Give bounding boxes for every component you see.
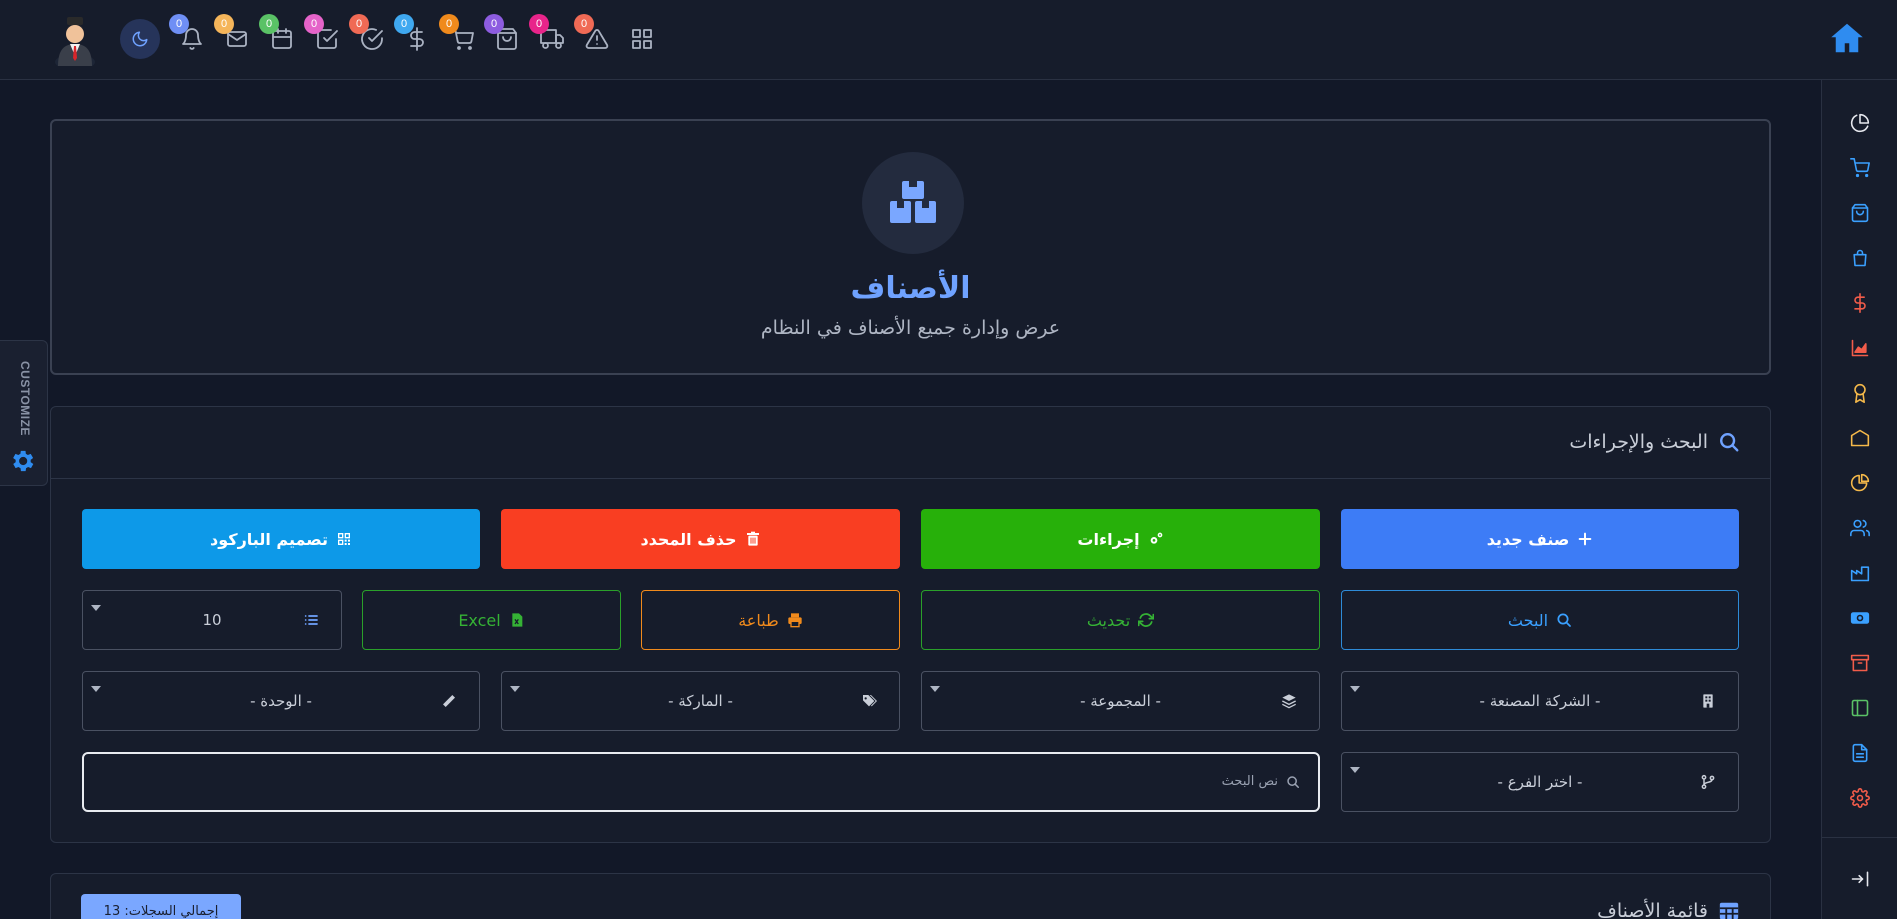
gear-icon [8, 447, 36, 475]
search-placeholder: نص البحث [1222, 774, 1300, 789]
items-list-title: قائمة الأصناف [1597, 900, 1740, 919]
dollar-icon[interactable] [1848, 291, 1872, 315]
sidebar-divider [1822, 837, 1897, 838]
group-value: - المجموعة - [1080, 692, 1161, 710]
page-subtitle: عرض وإدارة جميع الأصناف في النظام [760, 317, 1061, 339]
brand-select[interactable]: - الماركة - [501, 671, 900, 731]
search-card-header: البحث والإجراءات [51, 407, 1770, 479]
factory-icon[interactable] [1848, 561, 1872, 585]
cash-icon[interactable] [1848, 606, 1872, 630]
page-title: الأصناف [850, 271, 971, 306]
branch-select[interactable]: - اختر الفرع - [1341, 752, 1739, 812]
logout-icon[interactable] [1848, 867, 1872, 891]
group-select[interactable]: - المجموعة - [921, 671, 1320, 731]
moon-icon [132, 31, 148, 47]
search-card-title: البحث والإجراءات [1569, 431, 1740, 453]
top-bar: 0 0 0 0 0 0 0 0 0 0 [0, 0, 1897, 80]
cart-badge: 0 [439, 14, 459, 34]
shopping-bag-icon[interactable] [1848, 246, 1872, 270]
refresh-icon [1138, 613, 1155, 627]
unit-value: - الوحدة - [250, 692, 312, 710]
barcode-design-label: تصميم الباركود [210, 529, 328, 549]
search-icon [1720, 433, 1739, 452]
user-avatar[interactable] [50, 12, 100, 70]
branch-value: - اختر الفرع - [1497, 773, 1583, 791]
shipping-badge: 0 [529, 14, 549, 34]
shopping-bag-badge: 0 [484, 14, 504, 34]
plus-icon [1578, 532, 1592, 546]
settings-gear-icon[interactable] [1848, 786, 1872, 810]
refresh-button[interactable]: تحديث [921, 590, 1320, 650]
trash-icon [746, 531, 759, 546]
theme-toggle-button[interactable] [120, 19, 160, 59]
dashboard-pie-icon[interactable] [1848, 111, 1872, 135]
customize-tab[interactable]: CUSTOMIZE [0, 340, 48, 486]
messages-badge: 0 [214, 14, 234, 34]
home-icon[interactable] [1829, 20, 1865, 56]
items-icon-circle [862, 152, 964, 254]
right-sidebar [1821, 80, 1897, 919]
sidebar-layout-icon[interactable] [1848, 696, 1872, 720]
pie-chart-icon[interactable] [1848, 471, 1872, 495]
notifications-badge: 0 [169, 14, 189, 34]
actions-button[interactable]: إجراءات [921, 509, 1320, 569]
print-button[interactable]: طباعة [641, 590, 900, 650]
actions-label: إجراءات [1077, 529, 1140, 549]
excel-icon [512, 613, 523, 627]
search-placeholder-text: نص البحث [1221, 774, 1278, 789]
delete-selected-button[interactable]: حذف المحدد [501, 509, 900, 569]
warehouse-icon[interactable] [1848, 426, 1872, 450]
alerts-badge: 0 [574, 14, 594, 34]
total-records-badge: إجمالي السجلات: 13 [81, 894, 241, 919]
search-icon [1557, 613, 1571, 627]
unit-select[interactable]: - الوحدة - [82, 671, 480, 731]
payments-badge: 0 [394, 14, 414, 34]
customize-label: CUSTOMIZE [18, 361, 32, 436]
area-chart-icon[interactable] [1848, 336, 1872, 360]
manufacturer-value: - الشركة المصنعة - [1479, 692, 1601, 710]
search-button-label: البحث [1507, 610, 1549, 630]
award-icon[interactable] [1848, 381, 1872, 405]
search-button[interactable]: البحث [1341, 590, 1739, 650]
document-icon[interactable] [1848, 741, 1872, 765]
barcode-design-button[interactable]: تصميم الباركود [82, 509, 480, 569]
page-size-value: 10 [202, 611, 222, 629]
archive-icon[interactable] [1848, 651, 1872, 675]
purchases-bag-icon[interactable] [1848, 201, 1872, 225]
manufacturer-select[interactable]: - الشركة المصنعة - [1341, 671, 1739, 731]
print-icon [788, 613, 802, 628]
search-icon [1287, 775, 1300, 788]
new-item-button[interactable]: صنف جديد [1341, 509, 1739, 569]
excel-export-button[interactable]: Excel [362, 590, 621, 650]
sales-cart-icon[interactable] [1848, 156, 1872, 180]
page-size-select[interactable]: 10 [82, 590, 342, 650]
search-actions-card: البحث والإجراءات صنف جديد إجراءات حذف ال… [50, 406, 1771, 843]
excel-label: Excel [458, 610, 501, 630]
calendar-badge: 0 [259, 14, 279, 34]
items-list-card: قائمة الأصناف إجمالي السجلات: 13 [50, 873, 1771, 919]
search-card-title-text: البحث والإجراءات [1569, 431, 1708, 453]
qrcode-icon [337, 533, 350, 545]
page-header-card: الأصناف عرض وإدارة جميع الأصناف في النظا… [50, 119, 1771, 375]
users-icon[interactable] [1848, 516, 1872, 540]
cogs-icon [1150, 532, 1162, 544]
boxes-icon [890, 181, 936, 223]
table-icon [1719, 902, 1739, 919]
items-list-title-text: قائمة الأصناف [1597, 900, 1708, 919]
tasks-badge: 0 [304, 14, 324, 34]
search-text-input[interactable]: نص البحث [82, 752, 1320, 812]
refresh-label: تحديث [1086, 610, 1131, 630]
apps-grid-icon[interactable] [629, 26, 655, 52]
approvals-badge: 0 [349, 14, 369, 34]
new-item-label: صنف جديد [1486, 529, 1570, 549]
delete-selected-label: حذف المحدد [640, 529, 737, 549]
brand-value: - الماركة - [668, 692, 733, 710]
print-label: طباعة [738, 610, 779, 630]
